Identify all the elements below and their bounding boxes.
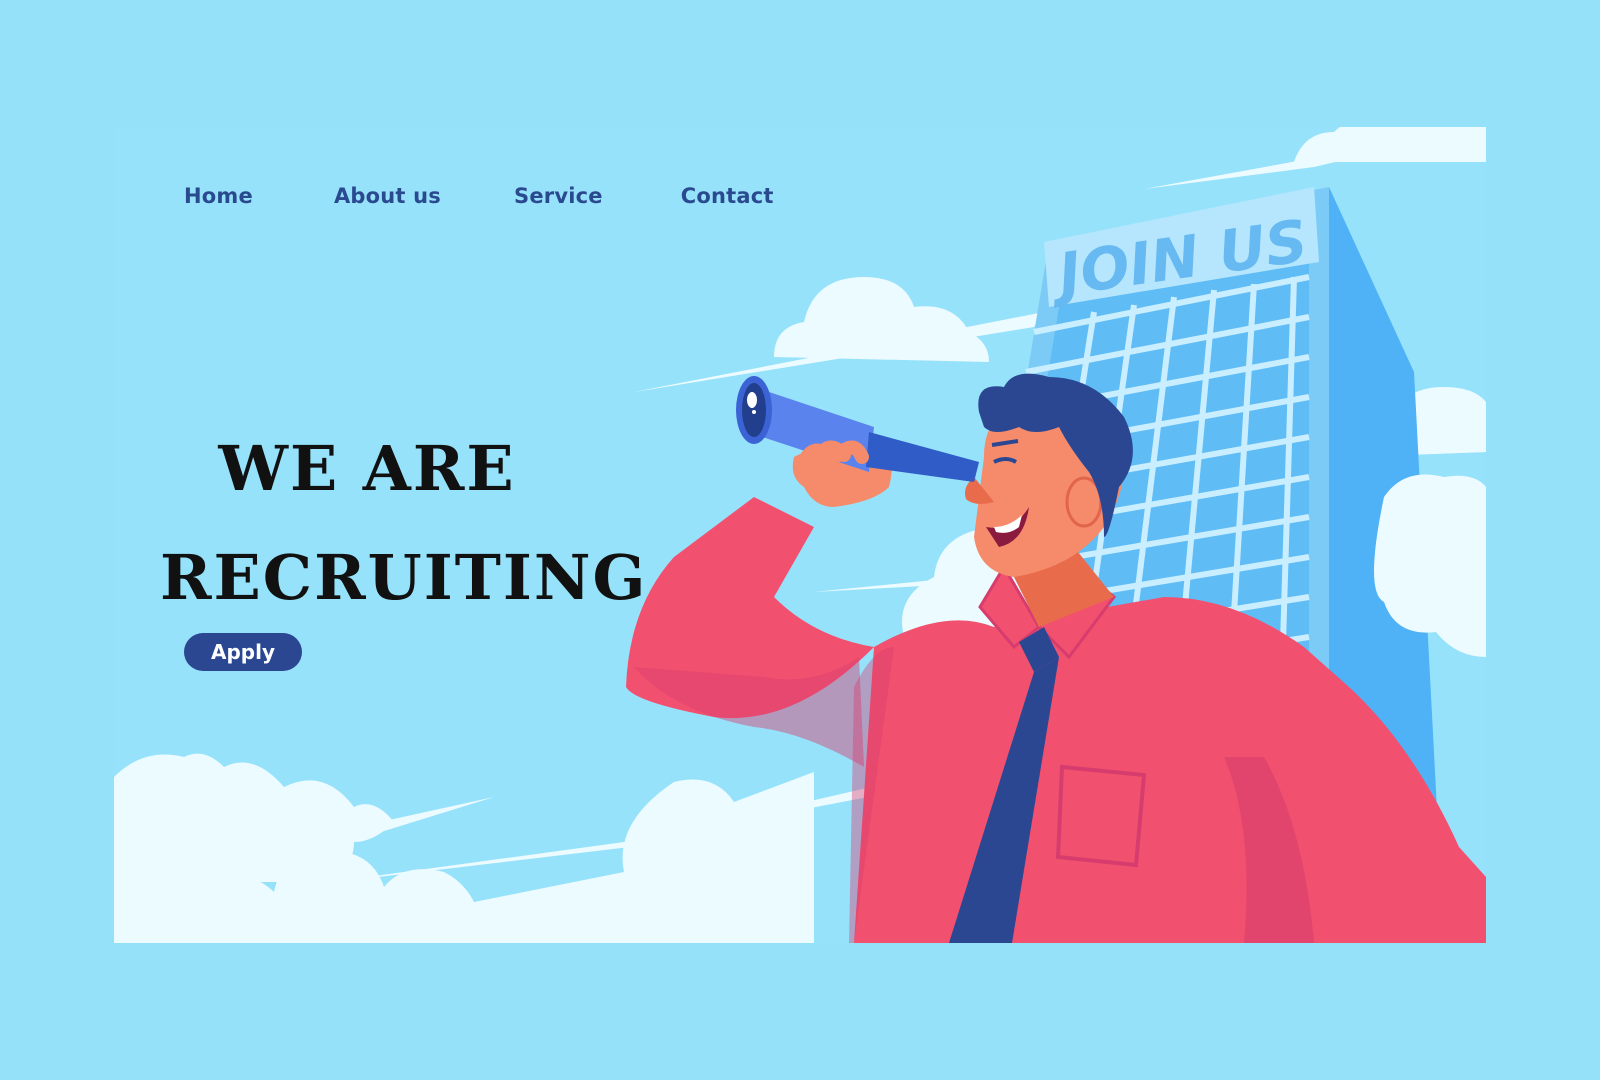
headline-line-1: WE ARE (218, 431, 516, 505)
nav-about-link[interactable]: About us (334, 184, 441, 208)
apply-button[interactable]: Apply (184, 633, 302, 671)
nav-home-link[interactable]: Home (184, 184, 253, 208)
nav-service-link[interactable]: Service (514, 184, 603, 208)
nav-contact-link[interactable]: Contact (681, 184, 774, 208)
hero-headline: WE ARE RECRUITING (160, 414, 648, 632)
hero-banner: JOIN US Home About us Service Contact WE… (114, 127, 1486, 943)
headline-line-2: RECRUITING (160, 540, 648, 614)
main-nav: Home About us Service Contact (184, 184, 846, 208)
